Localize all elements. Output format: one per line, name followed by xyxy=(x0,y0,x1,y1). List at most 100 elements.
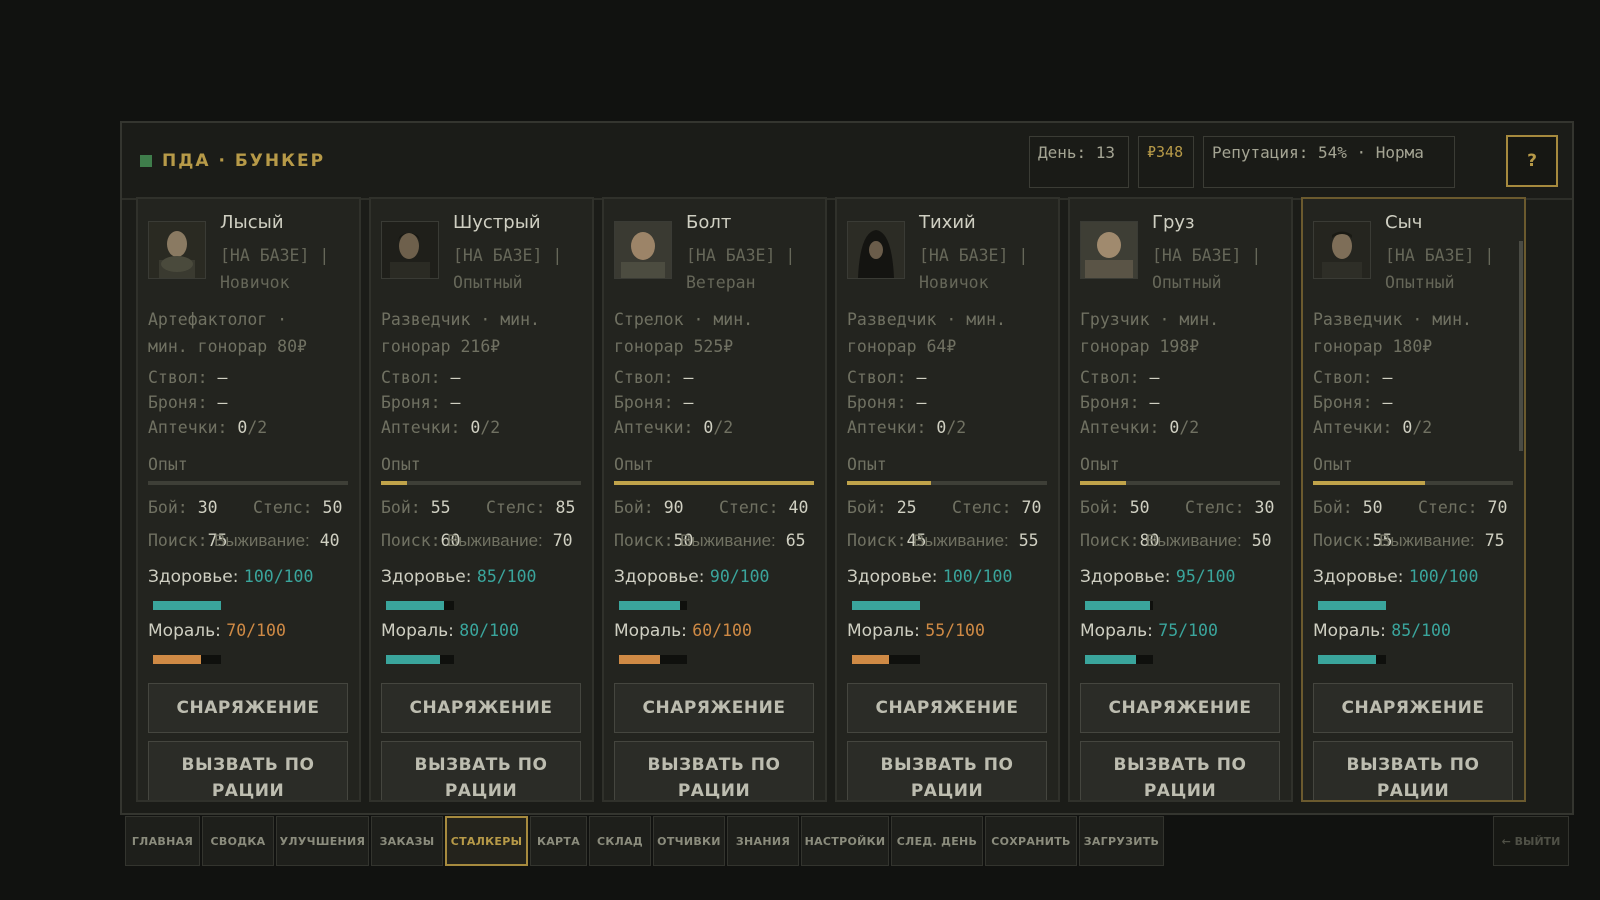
xp-bar-fill xyxy=(1313,481,1425,485)
morale-value: 60/100 xyxy=(692,621,752,640)
equipment-button[interactable]: СНАРЯЖЕНИЕ xyxy=(148,683,348,733)
stalker-name: Лысый xyxy=(220,212,284,233)
cards-scrollbar[interactable] xyxy=(1519,241,1523,451)
xp-bar xyxy=(148,481,348,485)
weapon-slot-value: – xyxy=(217,368,228,387)
morale-value: 70/100 xyxy=(226,621,286,640)
morale-bar xyxy=(619,655,687,664)
reputation-display: Репутация: 54% · Норма xyxy=(1203,136,1455,188)
morale-value: 55/100 xyxy=(925,621,985,640)
stealth-stat: Стелс: 50 xyxy=(253,498,342,517)
tab-1[interactable]: ГЛАВНАЯ xyxy=(125,816,200,866)
tab-4[interactable]: ЗАКАЗЫ xyxy=(371,816,443,866)
tab-9[interactable]: ЗНАНИЯ xyxy=(727,816,799,866)
armor-slot-label: Броня: xyxy=(381,393,441,412)
weapon-slot-value: – xyxy=(683,368,694,387)
medkit-max: /2 xyxy=(247,418,268,437)
armor-slot: Броня: – xyxy=(847,393,926,412)
stalker-portrait xyxy=(1313,221,1371,279)
radio-call-button[interactable]: ВЫЗВАТЬ ПО РАЦИИ xyxy=(381,741,581,800)
health-value: 95/100 xyxy=(1175,567,1236,586)
tab-6[interactable]: КАРТА xyxy=(530,816,587,866)
survival-stat: Выживание: 65 xyxy=(680,531,806,551)
tab-8[interactable]: ОТЧИВКИ xyxy=(653,816,725,866)
radio-call-button[interactable]: ВЫЗВАТЬ ПО РАЦИИ xyxy=(847,741,1047,800)
stalker-portrait xyxy=(381,221,439,279)
stalker-portrait xyxy=(847,221,905,279)
health-row: Здоровье: 85/100 xyxy=(381,567,537,587)
survival-stat-label: Выживание: xyxy=(913,531,1009,550)
radio-call-button[interactable]: ВЫЗВАТЬ ПО РАЦИИ xyxy=(1080,741,1280,800)
tab-11[interactable]: СЛЕД. ДЕНЬ xyxy=(891,816,983,866)
exit-button[interactable]: ← ВЫЙТИ xyxy=(1493,816,1569,866)
equipment-button[interactable]: СНАРЯЖЕНИЕ xyxy=(1080,683,1280,733)
day-counter: День: 13 xyxy=(1029,136,1129,188)
medkit-count: 0 xyxy=(470,418,481,437)
survival-stat: Выживание: 40 xyxy=(214,531,340,551)
stalker-card: Шустрый [НА БАЗЕ] | Опытный Разведчик · мин… xyxy=(369,197,594,802)
weapon-slot: Ствол: – xyxy=(1080,368,1159,387)
armor-slot-value: – xyxy=(1149,393,1160,412)
tab-2[interactable]: СВОДКА xyxy=(202,816,274,866)
combat-stat-label: Бой: xyxy=(1080,498,1120,517)
stalker-card: Лысый [НА БАЗЕ] | Новичок Артефактолог · мин… xyxy=(136,197,361,802)
survival-stat: Выживание: 55 xyxy=(913,531,1039,551)
health-row: Здоровье: 100/100 xyxy=(847,567,1012,587)
stalker-role-line2: гонорар 216₽ xyxy=(381,337,501,356)
survival-stat-value: 70 xyxy=(552,531,573,550)
pda-title: ПДА · БУНКЕР xyxy=(140,151,325,171)
armor-slot-label: Броня: xyxy=(614,393,674,412)
equipment-button[interactable]: СНАРЯЖЕНИЕ xyxy=(381,683,581,733)
armor-slot-value: – xyxy=(450,393,461,412)
morale-bar xyxy=(1318,655,1386,664)
stalker-role-line2: гонорар 180₽ xyxy=(1313,337,1433,356)
medkit-label: Аптечки: xyxy=(148,418,228,437)
search-stat-label: Поиск: xyxy=(614,531,674,550)
help-button[interactable]: ? xyxy=(1506,135,1558,187)
health-bar-fill xyxy=(852,601,920,610)
weapon-slot-label: Ствол: xyxy=(148,368,208,387)
combat-stat: Бой: 55 xyxy=(381,498,451,517)
combat-stat-value: 90 xyxy=(663,498,684,517)
equipment-button[interactable]: СНАРЯЖЕНИЕ xyxy=(614,683,814,733)
stalker-role: Артефактолог · мин. гонорар 80₽ xyxy=(148,306,307,360)
tab-13[interactable]: ЗАГРУЗИТЬ xyxy=(1079,816,1164,866)
xp-bar-fill xyxy=(1080,481,1126,485)
morale-bar-fill xyxy=(619,655,660,664)
tab-7[interactable]: СКЛАД xyxy=(589,816,651,866)
health-label: Здоровье: xyxy=(148,567,239,587)
stealth-stat: Стелс: 85 xyxy=(486,498,575,517)
tab-10[interactable]: НАСТРОЙКИ xyxy=(801,816,889,866)
stalker-cards: Лысый [НА БАЗЕ] | Новичок Артефактолог · мин… xyxy=(132,197,1572,802)
combat-stat: Бой: 50 xyxy=(1080,498,1150,517)
weapon-slot-label: Ствол: xyxy=(847,368,907,387)
stalker-location-status: [НА БАЗЕ] | xyxy=(220,246,330,265)
stalker-rank: Опытный xyxy=(453,273,523,292)
tab-12[interactable]: СОХРАНИТЬ xyxy=(985,816,1077,866)
xp-label: Опыт xyxy=(847,455,887,474)
radio-call-button[interactable]: ВЫЗВАТЬ ПО РАЦИИ xyxy=(1313,741,1513,800)
equipment-button[interactable]: СНАРЯЖЕНИЕ xyxy=(847,683,1047,733)
medkit-label: Аптечки: xyxy=(1080,418,1160,437)
equipment-button[interactable]: СНАРЯЖЕНИЕ xyxy=(1313,683,1513,733)
morale-row: Мораль: 55/100 xyxy=(847,621,985,641)
health-bar-fill xyxy=(386,601,444,610)
morale-bar-fill xyxy=(1085,655,1136,664)
xp-bar-fill xyxy=(847,481,931,485)
morale-value: 75/100 xyxy=(1158,621,1218,640)
radio-call-button[interactable]: ВЫЗВАТЬ ПО РАЦИИ xyxy=(148,741,348,800)
survival-stat-label: Выживание: xyxy=(1379,531,1475,550)
morale-bar-fill xyxy=(1318,655,1376,664)
stalker-role: Грузчик · мин. гонорар 198₽ xyxy=(1080,306,1219,360)
medkit-label: Аптечки: xyxy=(1313,418,1393,437)
armor-slot-value: – xyxy=(683,393,694,412)
stalker-role-line1: Разведчик · мин. xyxy=(847,310,1006,329)
tab-5[interactable]: СТАЛКЕРЫ xyxy=(445,816,528,866)
radio-call-button[interactable]: ВЫЗВАТЬ ПО РАЦИИ xyxy=(614,741,814,800)
armor-slot-label: Броня: xyxy=(847,393,907,412)
stealth-stat-value: 70 xyxy=(1487,498,1508,517)
health-bar-fill xyxy=(619,601,681,610)
tab-3[interactable]: УЛУЧШЕНИЯ xyxy=(276,816,369,866)
health-row: Здоровье: 100/100 xyxy=(148,567,313,587)
medkit-count: 0 xyxy=(1169,418,1180,437)
